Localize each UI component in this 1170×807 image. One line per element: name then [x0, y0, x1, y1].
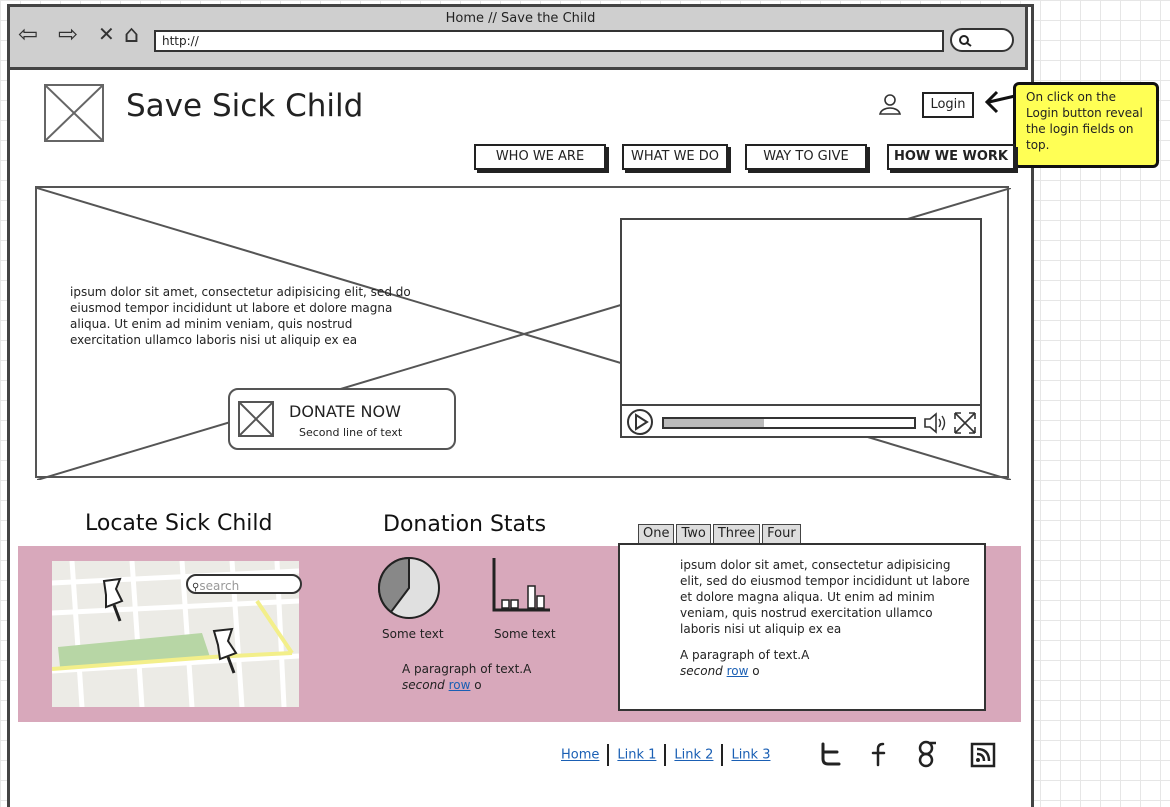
tab-row-link[interactable]: row	[727, 664, 749, 678]
tab-paragraph-line1: A paragraph of text.A	[680, 648, 810, 662]
fullscreen-icon[interactable]	[952, 410, 978, 436]
tab-four[interactable]: Four	[762, 524, 801, 543]
footer-separator	[664, 744, 667, 766]
nav-who-we-are[interactable]: WHO WE ARE	[474, 144, 606, 170]
nav-way-to-give[interactable]: WAY TO GIVE	[745, 144, 867, 170]
tab-paragraph-line2: second row o	[680, 663, 809, 679]
nav-how-we-work[interactable]: HOW WE WORK	[887, 144, 1015, 170]
url-field[interactable]: http://	[154, 30, 944, 52]
twitter-icon[interactable]	[818, 741, 844, 767]
rss-icon[interactable]	[970, 742, 996, 768]
map-pin-icon[interactable]	[96, 577, 130, 625]
login-button[interactable]: Login	[922, 92, 974, 118]
tab-panel-paragraph: A paragraph of text.A second row o	[680, 647, 809, 679]
donate-button[interactable]: DONATE NOW Second line of text	[228, 388, 456, 450]
close-icon[interactable]: ✕	[98, 22, 115, 46]
stats-paragraph-tail: o	[474, 678, 482, 692]
footer-link-1[interactable]: Link 1	[617, 748, 656, 763]
video-player[interactable]	[620, 218, 982, 438]
stats-paragraph-em: second	[402, 678, 445, 692]
home-icon[interactable]: ⌂	[124, 22, 139, 46]
annotation-callout: On click on the Login button reveal the …	[1013, 82, 1159, 168]
play-icon[interactable]	[626, 408, 654, 436]
facebook-icon[interactable]	[868, 741, 890, 767]
stats-paragraph: A paragraph of text.A second row o	[402, 661, 531, 693]
stats-heading: Donation Stats	[383, 512, 547, 537]
forward-arrow-icon[interactable]: ⇨	[58, 22, 78, 46]
map-search-placeholder: search	[199, 579, 240, 593]
back-arrow-icon[interactable]: ⇦	[18, 22, 38, 46]
video-controls-divider	[622, 404, 980, 406]
map-pin-icon[interactable]	[208, 627, 244, 677]
donate-subtitle: Second line of text	[299, 426, 403, 439]
tab-panel-text: ipsum dolor sit amet, consectetur adipis…	[680, 558, 970, 636]
donate-image-placeholder	[238, 401, 274, 437]
donate-title: DONATE NOW	[289, 402, 401, 421]
bar-caption: Some text	[494, 627, 556, 641]
browser-search[interactable]	[950, 28, 1014, 52]
user-icon[interactable]	[878, 92, 902, 116]
stats-row-link[interactable]: row	[449, 678, 471, 692]
stats-paragraph-line2: second row o	[402, 677, 531, 693]
pie-caption: Some text	[382, 627, 444, 641]
locate-heading: Locate Sick Child	[85, 511, 273, 536]
footer-separator	[721, 744, 724, 766]
search-icon	[959, 35, 972, 47]
map-search-input[interactable]: ⚲search	[186, 574, 302, 594]
tab-bar: One Two Three Four	[638, 522, 803, 543]
footer-links: Home Link 1 Link 2 Link 3	[561, 744, 770, 766]
footer-separator	[607, 744, 610, 766]
footer-link-3[interactable]: Link 3	[731, 748, 770, 763]
volume-icon[interactable]	[922, 410, 948, 436]
footer-link-home[interactable]: Home	[561, 748, 599, 763]
video-progress-fill	[664, 419, 764, 427]
stats-paragraph-line1: A paragraph of text.A	[402, 662, 532, 676]
bar-chart-icon	[492, 558, 550, 612]
window-title: Home // Save the Child	[445, 11, 596, 26]
site-title: Save Sick Child	[126, 88, 364, 124]
tab-paragraph-tail: o	[752, 664, 760, 678]
footer-link-2[interactable]: Link 2	[674, 748, 713, 763]
logo-placeholder	[44, 84, 104, 142]
arrow-left-icon	[984, 90, 1016, 114]
tab-two[interactable]: Two	[676, 524, 711, 543]
pie-chart-icon	[378, 556, 440, 619]
tab-paragraph-em: second	[680, 664, 723, 678]
google-icon[interactable]	[914, 740, 940, 768]
tab-three[interactable]: Three	[712, 524, 761, 543]
tab-one[interactable]: One	[638, 524, 675, 543]
nav-what-we-do[interactable]: WHAT WE DO	[622, 144, 728, 170]
tab-panel: ipsum dolor sit amet, consectetur adipis…	[618, 543, 986, 711]
video-progress-bar[interactable]	[662, 417, 916, 429]
hero-text: ipsum dolor sit amet, consectetur adipis…	[70, 285, 411, 347]
